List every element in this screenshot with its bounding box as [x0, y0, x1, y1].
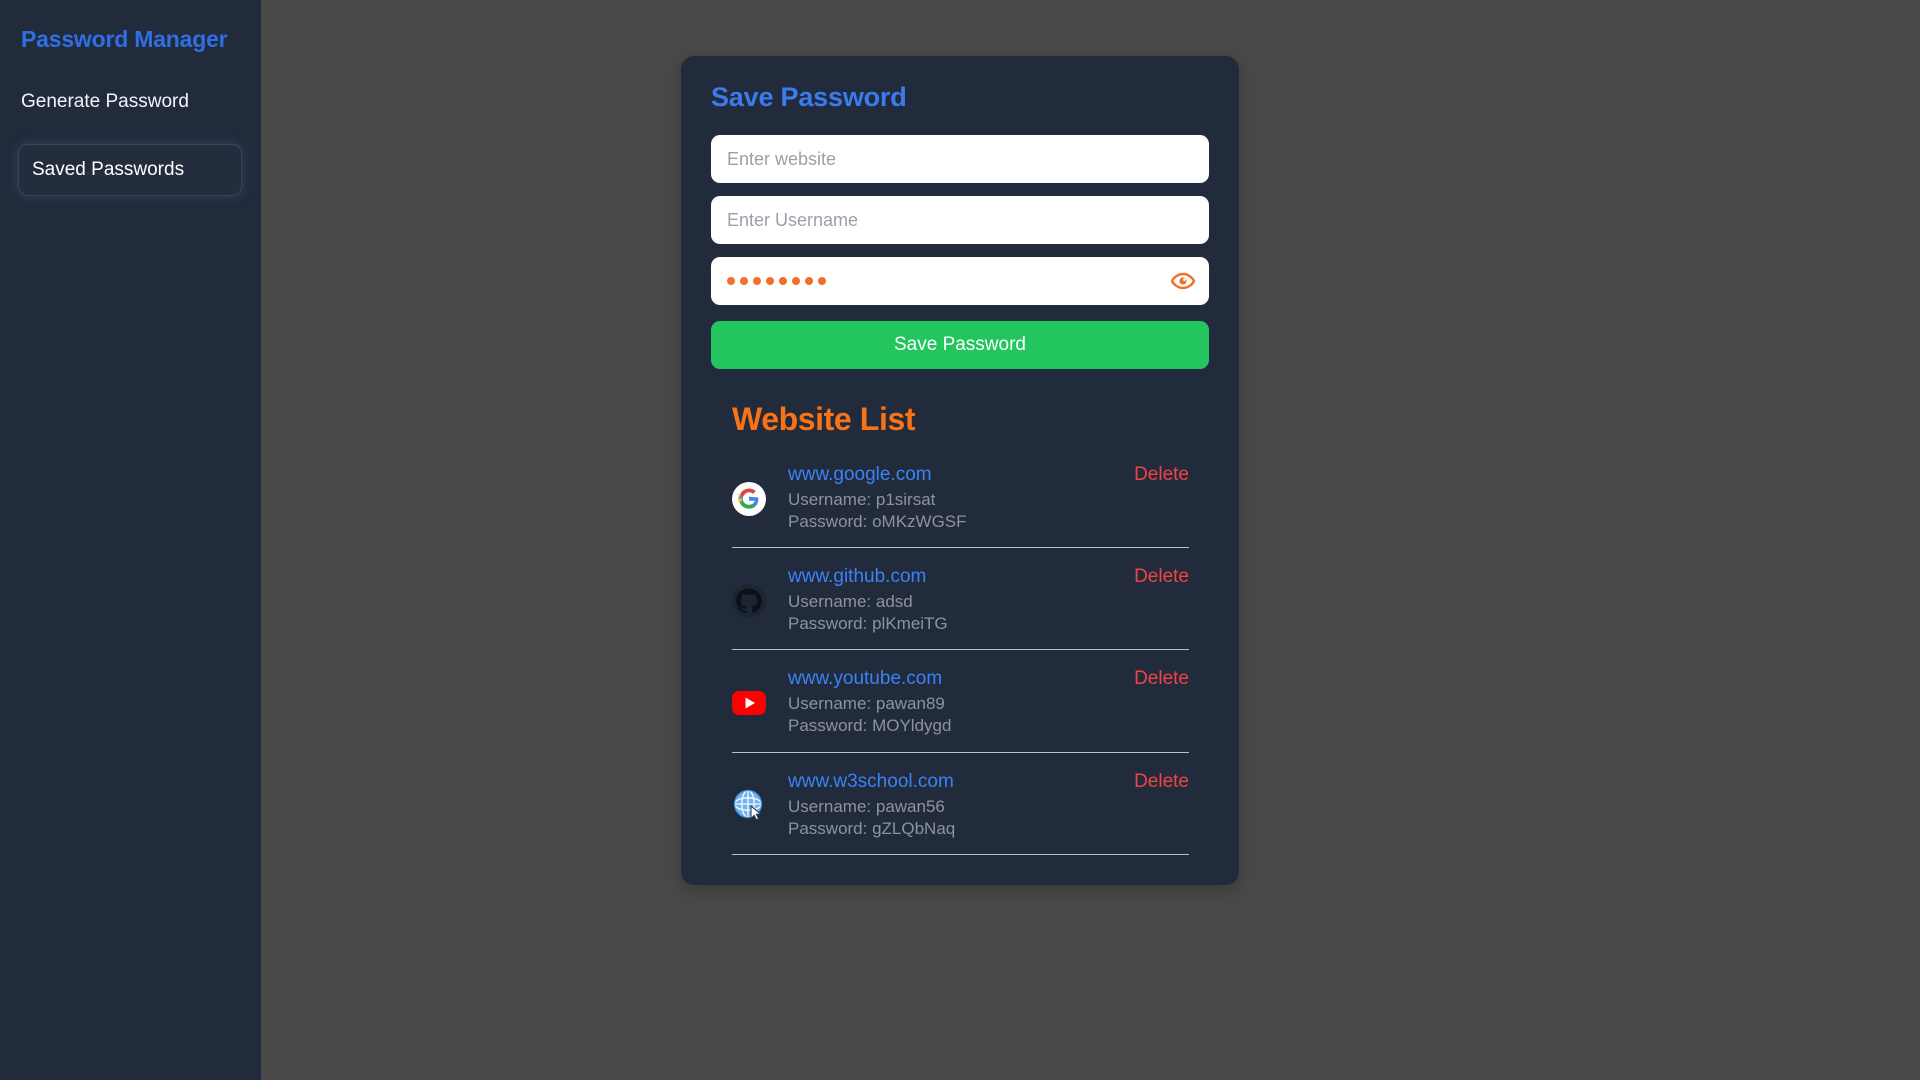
save-password-card: Save Password Save Password Website List…: [681, 56, 1239, 885]
delete-button[interactable]: Delete: [1120, 464, 1189, 486]
password-input[interactable]: [711, 257, 1209, 305]
username-field-wrapper: [711, 196, 1209, 244]
username-input[interactable]: [711, 196, 1209, 244]
password-text: Password: gZLQbNaq: [788, 818, 956, 838]
website-entry-info: www.w3school.com Username: pawan56 Passwor…: [788, 771, 1120, 840]
delete-button[interactable]: Delete: [1120, 668, 1189, 690]
website-entry-info: www.github.com Username: adsd Password: pl…: [788, 566, 1120, 635]
sidebar: Password Manager Generate Password Saved…: [0, 0, 261, 1080]
card-title: Save Password: [711, 82, 907, 112]
website-input[interactable]: [711, 135, 1209, 183]
password-text: Password: MOYldygd: [788, 716, 952, 736]
website-link[interactable]: www.github.com: [788, 566, 1120, 588]
google-icon: [732, 481, 766, 516]
delete-button[interactable]: Delete: [1120, 771, 1189, 793]
username-text: Username: pawan56: [788, 796, 945, 816]
sidebar-item-generate-password[interactable]: Generate Password: [21, 91, 243, 113]
username-text: Username: p1sirsat: [788, 490, 936, 509]
sidebar-item-label: Saved Passwords: [32, 159, 185, 180]
website-list: www.google.com Username: p1sirsat Password…: [732, 460, 1189, 855]
sidebar-item-saved-passwords[interactable]: Saved Passwords: [18, 144, 242, 196]
website-list-title: Website List: [732, 401, 916, 437]
website-field-wrapper: [711, 135, 1209, 183]
delete-button[interactable]: Delete: [1120, 566, 1189, 588]
youtube-icon: [732, 686, 766, 720]
app-title: Password Manager: [21, 26, 228, 52]
website-link[interactable]: www.youtube.com: [788, 668, 1120, 690]
website-list-item: www.github.com Username: adsd Password: pl…: [732, 562, 1189, 651]
password-text: Password: oMKzWGSF: [788, 512, 967, 532]
save-password-button[interactable]: Save Password: [711, 321, 1209, 369]
password-text: Password: plKmeiTG: [788, 614, 948, 634]
website-entry-info: www.google.com Username: p1sirsat Password…: [788, 464, 1120, 533]
globe-cursor-icon: [732, 788, 766, 822]
website-link[interactable]: www.google.com: [788, 464, 1120, 486]
password-field-wrapper: [711, 257, 1209, 305]
website-list-item: www.youtube.com Username: pawan89 Password…: [732, 664, 1189, 753]
website-list-item: www.w3school.com Username: pawan56 Passwor…: [732, 767, 1189, 855]
eye-icon[interactable]: [1171, 269, 1195, 293]
website-entry-info: www.youtube.com Username: pawan89 Password…: [788, 668, 1120, 737]
username-text: Username: pawan89: [788, 694, 945, 714]
website-link[interactable]: www.w3school.com: [788, 771, 1120, 793]
username-text: Username: adsd: [788, 592, 913, 612]
sidebar-item-label: Generate Password: [21, 91, 189, 112]
website-list-item: www.google.com Username: p1sirsat Password…: [732, 460, 1189, 549]
github-icon: [732, 583, 766, 618]
